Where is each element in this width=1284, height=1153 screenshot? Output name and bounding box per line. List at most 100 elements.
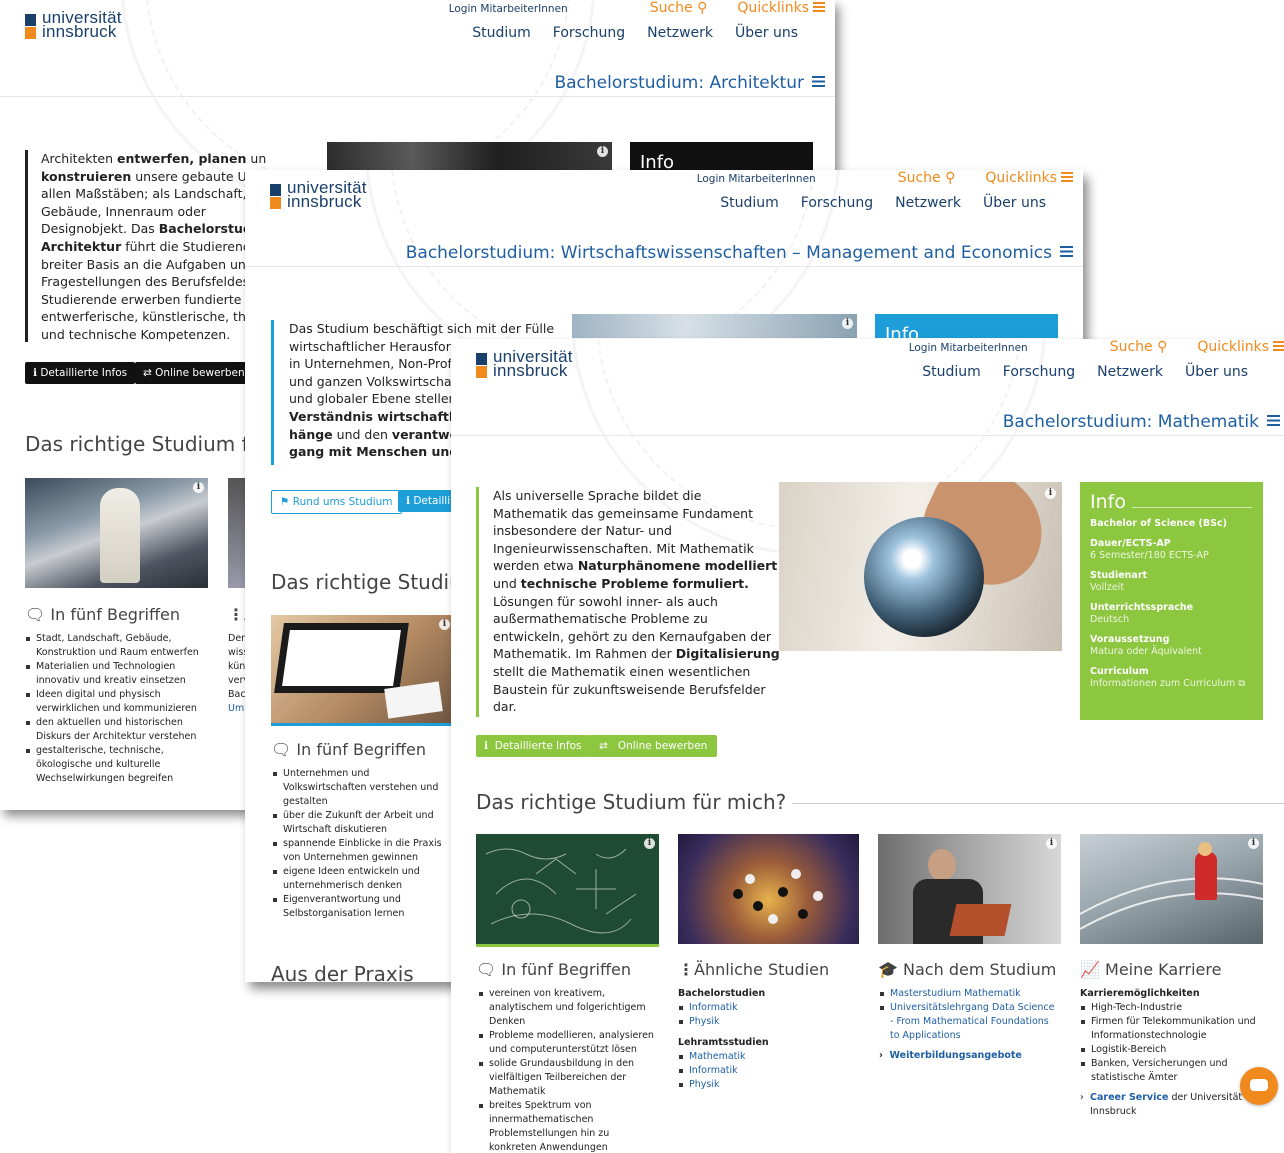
info-label: Voraussetzung: [1090, 634, 1170, 645]
detail-info-button[interactable]: ℹ Detaillierte Infos: [25, 362, 136, 384]
info-heading: Info: [1090, 493, 1253, 512]
list-icon: ⋮: [228, 605, 244, 624]
five-terms-list: vereinen von kreativem, analytischem und…: [478, 987, 658, 1153]
hero-image-crystal-ball: i: [779, 482, 1062, 651]
info-label: Studienart: [1090, 570, 1148, 581]
list-item: Unternehmen und Volkswirtschaften verste…: [272, 767, 452, 809]
detail-info-button[interactable]: ℹ Detaillierte Infos: [476, 735, 590, 757]
main-nav: Studium Forschung Netzwerk Über uns: [900, 364, 1248, 380]
nav-forschung[interactable]: Forschung: [801, 195, 873, 211]
link-informatik[interactable]: Informatik: [678, 1064, 858, 1078]
quicklinks-link[interactable]: Quicklinks: [1197, 339, 1284, 355]
utility-bar: Login MitarbeiterInnen Suche ⚲ Quicklinks: [697, 170, 1073, 192]
column-heading-five-terms: 🗨 In fünf Begriffen: [476, 960, 631, 979]
info-icon[interactable]: i: [1248, 838, 1259, 849]
list-item: spannende Einblicke in die Praxis von Un…: [272, 837, 452, 865]
nav-netzwerk[interactable]: Netzwerk: [1097, 364, 1163, 380]
page-title[interactable]: Bachelorstudium: Architektur: [554, 73, 825, 93]
hamburger-icon: [1267, 414, 1280, 426]
info-icon: ℹ: [406, 495, 410, 507]
curriculum-link[interactable]: Informationen zum Curriculum ⧉: [1090, 678, 1253, 690]
info-icon[interactable]: i: [193, 482, 204, 493]
page-title[interactable]: Bachelorstudium: Mathematik: [1003, 412, 1280, 432]
career-service-link[interactable]: Career Service: [1090, 1092, 1168, 1103]
chevron-right-icon: ›: [879, 1050, 883, 1061]
info-icon: ℹ: [33, 367, 37, 379]
link-physik[interactable]: Physik: [678, 1078, 858, 1092]
search-link[interactable]: Suche ⚲: [898, 170, 956, 186]
repeat-icon: ⇄: [143, 367, 152, 379]
further-education-link[interactable]: › Weiterbildungsangebote: [879, 1050, 1022, 1061]
list-item: vereinen von kreativem, analytischem und…: [478, 987, 658, 1029]
utility-bar: Login MitarbeiterInnen Suche ⚲ Quicklinks: [909, 339, 1284, 361]
info-icon[interactable]: i: [644, 838, 655, 849]
page-title[interactable]: Bachelorstudium: Wirtschaftswissenschaft…: [406, 243, 1073, 263]
nav-ueber-uns[interactable]: Über uns: [983, 195, 1046, 211]
comments-icon: 🗨: [25, 605, 46, 624]
nav-studium[interactable]: Studium: [922, 364, 981, 380]
bachelor-label: Bachelorstudien: [678, 988, 766, 999]
section-heading: Das richtige Studiun: [271, 570, 475, 594]
search-link[interactable]: Suche ⚲: [1110, 339, 1168, 355]
list-item: Banken, Versicherungen und statistische …: [1080, 1057, 1260, 1085]
comments-icon: 🗨: [271, 740, 292, 759]
chevron-right-icon: ›: [1080, 1092, 1084, 1103]
signpost-icon: ⚑: [280, 496, 290, 508]
go-stones: [733, 869, 823, 924]
column-heading-similar: ⋮Ähnliche Studien: [678, 960, 830, 979]
photo-laptop: i: [271, 615, 454, 726]
section-heading: Das richtige Studium für mich?: [476, 790, 1284, 814]
stair-rails: [1080, 877, 1263, 930]
menu-icon: [1061, 172, 1073, 182]
info-value: Deutsch: [1090, 614, 1130, 625]
nav-studium[interactable]: Studium: [472, 25, 531, 41]
nav-studium[interactable]: Studium: [720, 195, 779, 211]
career-service: › Career Service der Universität Innsbruc…: [1080, 1092, 1243, 1117]
nav-forschung[interactable]: Forschung: [553, 25, 625, 41]
list-item: den aktuellen und historischen Diskurs d…: [25, 716, 205, 744]
nav-netzwerk[interactable]: Netzwerk: [895, 195, 961, 211]
info-icon[interactable]: i: [842, 318, 853, 329]
career-list: High-Tech-Industrie Firmen für Telekommu…: [1080, 1001, 1260, 1085]
header: universität innsbruck Login MitarbeiterIn…: [0, 0, 835, 97]
uibk-logo[interactable]: universität innsbruck: [25, 9, 145, 44]
column-heading-career: 📈 Meine Karriere: [1080, 960, 1222, 979]
list-item: Logistik-Bereich: [1080, 1043, 1260, 1057]
search-link[interactable]: Suche ⚲: [650, 0, 708, 16]
list-item: Probleme modellieren, analysieren und co…: [478, 1029, 658, 1057]
login-link[interactable]: Login MitarbeiterInnen: [697, 173, 816, 185]
info-icon[interactable]: i: [1045, 488, 1056, 499]
nav-ueber-uns[interactable]: Über uns: [735, 25, 798, 41]
login-link[interactable]: Login MitarbeiterInnen: [449, 3, 568, 15]
apply-online-button[interactable]: ⇄ Online bewerben: [135, 362, 261, 384]
nav-ueber-uns[interactable]: Über uns: [1185, 364, 1248, 380]
info-icon[interactable]: i: [439, 619, 450, 630]
list-item: breites Spektrum von innermathematischen…: [478, 1099, 658, 1153]
info-icon[interactable]: i: [1046, 838, 1057, 849]
comments-icon: 🗨: [476, 960, 497, 979]
list-item: Stadt, Landschaft, Gebäude, Konstruktion…: [25, 632, 205, 660]
menu-icon: [1273, 341, 1284, 351]
intro-text: Architekten entwerfen, planen und konstr…: [25, 150, 266, 342]
column-heading-five-terms: 🗨 In fünf Begriffen: [271, 740, 426, 759]
quicklinks-link[interactable]: Quicklinks: [737, 0, 825, 16]
link-mathematik[interactable]: Mathematik: [678, 1050, 858, 1064]
info-icon[interactable]: i: [597, 146, 608, 157]
nav-forschung[interactable]: Forschung: [1003, 364, 1075, 380]
bachelor-list: Informatik Physik: [678, 1001, 858, 1029]
link-master-math[interactable]: Masterstudium Mathematik: [879, 987, 1059, 1001]
apply-online-button[interactable]: ⇄ Online bewerben: [589, 735, 718, 757]
link-informatik[interactable]: Informatik: [678, 1001, 858, 1015]
after-studies-list: Masterstudium Mathematik Universitätsleh…: [879, 987, 1059, 1043]
photo-architecture: i: [25, 478, 208, 588]
chat-button[interactable]: [1240, 1067, 1278, 1105]
list-icon: ⋮: [678, 960, 694, 979]
study-info-button[interactable]: ⚑ Rund ums Studium: [271, 490, 402, 514]
uibk-logo[interactable]: universität innsbruck: [476, 348, 596, 383]
quicklinks-link[interactable]: Quicklinks: [985, 170, 1073, 186]
login-link[interactable]: Login MitarbeiterInnen: [909, 342, 1028, 354]
nav-netzwerk[interactable]: Netzwerk: [647, 25, 713, 41]
link-physik[interactable]: Physik: [678, 1015, 858, 1029]
uibk-logo[interactable]: universität innsbruck: [270, 179, 390, 214]
link-data-science[interactable]: Universitätslehrgang Data Science - From…: [879, 1001, 1059, 1043]
